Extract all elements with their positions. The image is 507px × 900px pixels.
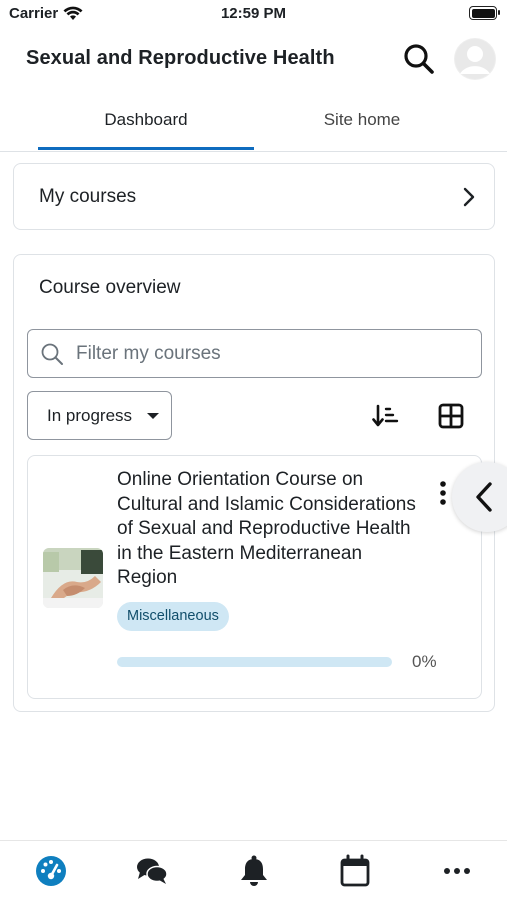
search-button[interactable] [402, 42, 436, 76]
nav-notifications[interactable] [237, 854, 271, 888]
course-card[interactable]: Online Orientation Course on Cultural an… [27, 455, 482, 699]
tab-bar: Dashboard Site home [0, 92, 507, 152]
chevron-left-icon [476, 482, 492, 512]
course-progress-bar [117, 657, 392, 667]
calendar-icon [340, 854, 370, 887]
grid-icon [438, 403, 464, 429]
nav-more[interactable] [440, 854, 474, 888]
nav-dashboard[interactable] [34, 854, 68, 888]
course-overview-heading: Course overview [39, 277, 181, 298]
course-image [43, 548, 103, 608]
sort-button[interactable] [371, 401, 401, 431]
sort-amount-down-icon [372, 404, 399, 427]
view-layout-button[interactable] [436, 401, 466, 431]
more-dots-icon [444, 868, 470, 874]
chevron-right-icon [463, 187, 475, 207]
filter-courses-input[interactable] [76, 339, 466, 369]
page-title: Sexual and Reproductive Health [26, 47, 335, 69]
user-avatar[interactable] [454, 38, 496, 80]
bell-icon [241, 855, 267, 886]
chat-bubbles-icon [137, 858, 168, 884]
course-overview-block: Course overview In progress [13, 254, 495, 712]
course-category-badge: Miscellaneous [117, 602, 229, 631]
search-icon [404, 44, 434, 74]
filter-field [27, 329, 482, 378]
search-icon [41, 343, 63, 365]
my-courses-link[interactable]: My courses [13, 163, 495, 230]
course-thumbnail-image [43, 548, 103, 608]
nav-messages[interactable] [135, 854, 169, 888]
clock: 12:59 PM [220, 5, 287, 22]
dashboard-gauge-icon [36, 856, 66, 886]
status-bar: Carrier 12:59 PM [0, 0, 507, 30]
bottom-tab-bar [0, 840, 507, 900]
course-title[interactable]: Online Orientation Course on Cultural an… [117, 468, 417, 591]
tab-dashboard[interactable]: Dashboard [38, 92, 254, 150]
user-avatar-icon [455, 39, 495, 79]
my-courses-label: My courses [39, 186, 137, 207]
app-header: Sexual and Reproductive Health [0, 30, 507, 90]
battery-icon [469, 6, 500, 20]
status-filter-value: In progress [47, 406, 133, 425]
caret-down-icon [147, 413, 159, 419]
course-progress-label: 0% [412, 652, 437, 671]
nav-calendar[interactable] [338, 854, 372, 888]
status-filter-select[interactable]: In progress [27, 391, 172, 440]
tab-site-home[interactable]: Site home [254, 92, 470, 150]
more-vertical-icon[interactable] [436, 480, 450, 508]
